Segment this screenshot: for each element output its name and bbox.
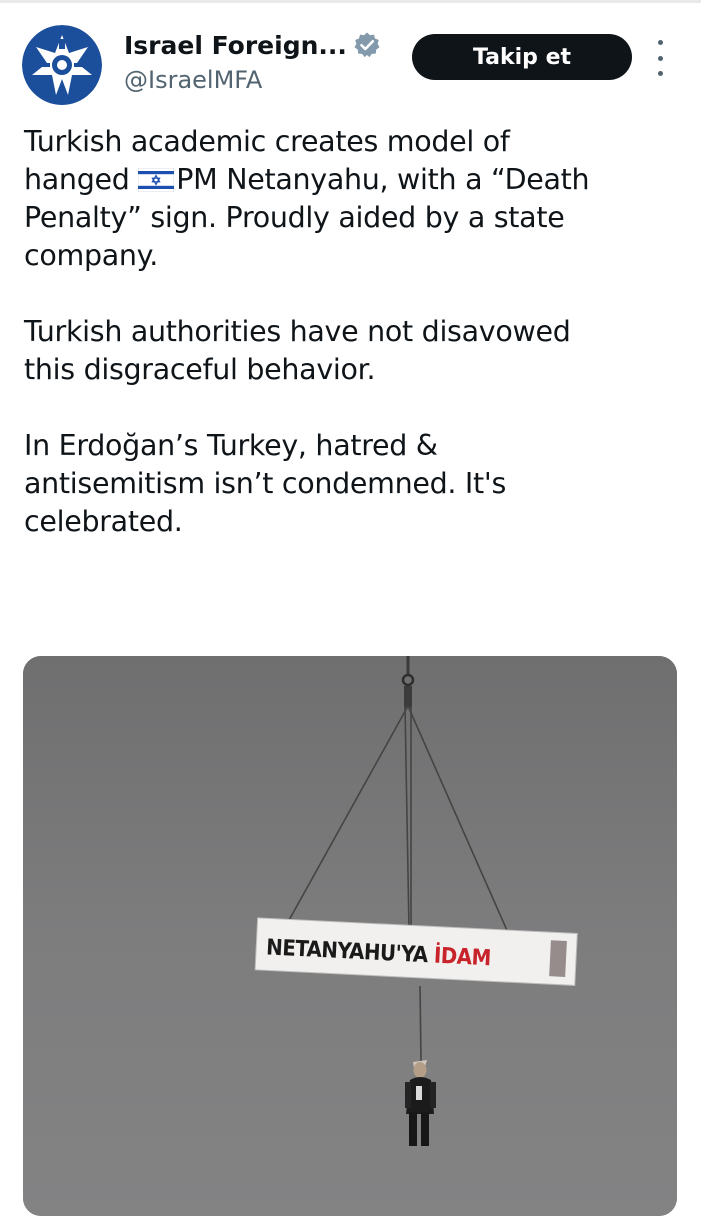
tweet-line: hanged bbox=[24, 163, 139, 196]
more-dot bbox=[657, 71, 663, 76]
handle[interactable]: @IsraelMFA bbox=[124, 66, 262, 94]
more-dot bbox=[657, 40, 663, 45]
verified-badge-icon bbox=[353, 31, 381, 59]
tweet-line: this disgraceful behavior. bbox=[24, 353, 376, 386]
tweet-line: PM Netanyahu, with a “Death bbox=[176, 163, 590, 196]
tweet-line: company. bbox=[24, 239, 158, 272]
name-row: Israel Foreign... bbox=[124, 28, 381, 62]
tweet-paragraph-3: In Erdoğan’s Turkey, hatred & antisemiti… bbox=[24, 427, 684, 541]
tweet-media-image[interactable]: NETANYAHU'YA İDAM bbox=[23, 656, 677, 1216]
avatar[interactable] bbox=[22, 25, 102, 105]
tweet-line: Turkish academic creates model of bbox=[24, 125, 510, 158]
tweet-line: Penalty” sign. Proudly aided by a state bbox=[24, 201, 565, 234]
media-photo: NETANYAHU'YA İDAM bbox=[23, 656, 677, 1216]
israel-mfa-emblem-icon bbox=[22, 25, 102, 105]
tweet-text: Turkish academic creates model of hanged… bbox=[24, 123, 684, 541]
tweet-line: celebrated. bbox=[24, 505, 183, 538]
banner-text-red: İDAM bbox=[433, 943, 491, 972]
more-dot bbox=[657, 55, 663, 61]
tweet-paragraph-1: Turkish academic creates model of hanged… bbox=[24, 123, 684, 275]
tweet-line: antisemitism isn’t condemned. It's bbox=[24, 467, 506, 500]
more-vertical-icon[interactable] bbox=[650, 40, 670, 76]
tweet-line: Turkish authorities have not disavowed bbox=[24, 315, 571, 348]
follow-button[interactable]: Takip et bbox=[412, 34, 632, 80]
tweet-paragraph-2: Turkish authorities have not disavowed t… bbox=[24, 313, 684, 389]
israel-flag-icon bbox=[137, 164, 175, 193]
display-name[interactable]: Israel Foreign... bbox=[124, 31, 347, 60]
tweet-line: In Erdoğan’s Turkey, hatred & bbox=[24, 429, 438, 462]
tweet-header: Israel Foreign... @IsraelMFA Takip et bbox=[0, 0, 701, 110]
